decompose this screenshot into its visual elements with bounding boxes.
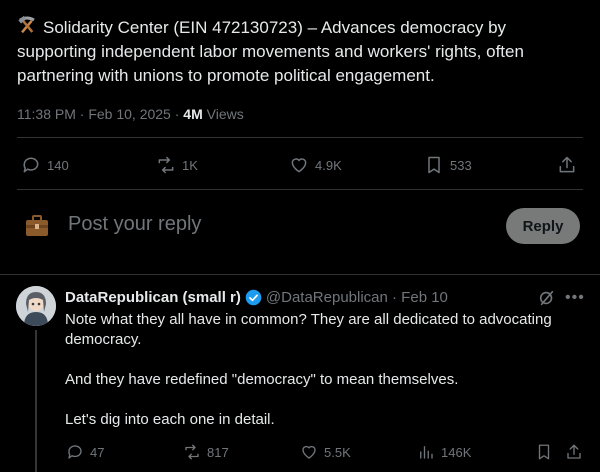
repost-count: 1K [182, 157, 198, 173]
reply-input[interactable]: Post your reply [68, 213, 201, 236]
reply-paragraph: Note what they all have in common? They … [65, 311, 552, 348]
reply-count: 140 [47, 157, 69, 173]
reply-reply-action[interactable]: 47 [66, 443, 104, 461]
reply-author-row: DataRepublican (small r) @DataRepublican… [65, 289, 448, 306]
reply-share-action[interactable] [565, 443, 583, 461]
more-options-icon[interactable]: ••• [565, 289, 585, 307]
tweet-text: Solidarity Center (EIN 472130723) – Adva… [17, 16, 587, 88]
reply-button[interactable]: Reply [506, 208, 580, 244]
grok-icon[interactable] [538, 289, 556, 312]
reply-views-count: 146K [441, 444, 472, 460]
analytics-icon [420, 446, 433, 459]
reply-paragraph: And they have redefined "democracy" to m… [65, 371, 459, 388]
bookmark-icon [538, 444, 550, 460]
reply-repost-count: 817 [207, 444, 229, 460]
views-label: Views [202, 106, 244, 122]
verified-badge-icon [245, 289, 262, 306]
reply-action[interactable]: 140 [21, 155, 69, 175]
share-icon [559, 156, 575, 173]
reply-repost-action[interactable]: 817 [183, 443, 229, 461]
heart-icon [291, 158, 307, 173]
thread-line [35, 330, 37, 472]
repost-icon [185, 444, 199, 460]
avatar[interactable] [16, 286, 56, 326]
reply-bookmark-action[interactable] [535, 443, 553, 461]
divider-top [17, 137, 583, 138]
reply-reply-count: 47 [90, 444, 105, 460]
views-count: 4M [183, 106, 203, 122]
hammer-and-pick-icon [18, 16, 35, 34]
share-icon [567, 444, 581, 459]
like-action[interactable]: 4.9K [289, 155, 342, 175]
reply-icon [68, 445, 82, 459]
tweet-timestamp[interactable]: 11:38 PM · Feb 10, 2025 · [17, 106, 183, 122]
repost-icon [158, 156, 174, 174]
bookmark-icon [428, 156, 440, 174]
repost-action[interactable]: 1K [156, 155, 198, 175]
like-count: 4.9K [315, 157, 342, 173]
reply-like-count: 5.5K [324, 444, 351, 460]
reply-paragraph: Let's dig into each one in detail. [65, 411, 275, 428]
author-handle[interactable]: @DataRepublican · Feb 10 [266, 289, 448, 306]
reply-views-action[interactable]: 146K [417, 443, 471, 461]
reply-text: Note what they all have in common? They … [65, 310, 585, 450]
divider-actions [17, 189, 583, 190]
bookmark-action[interactable]: 533 [424, 155, 472, 175]
tweet-body: Solidarity Center (EIN 472130723) – Adva… [17, 18, 524, 85]
reply-like-action[interactable]: 5.5K [300, 443, 351, 461]
author-name[interactable]: DataRepublican (small r) [65, 289, 241, 306]
reply-icon [23, 157, 39, 173]
divider-composer [0, 274, 600, 275]
tweet-meta: 11:38 PM · Feb 10, 2025 · 4M Views [17, 106, 244, 122]
bookmark-count: 533 [450, 157, 472, 173]
share-action[interactable] [557, 155, 577, 175]
briefcase-icon [25, 215, 49, 237]
heart-icon [302, 445, 316, 459]
